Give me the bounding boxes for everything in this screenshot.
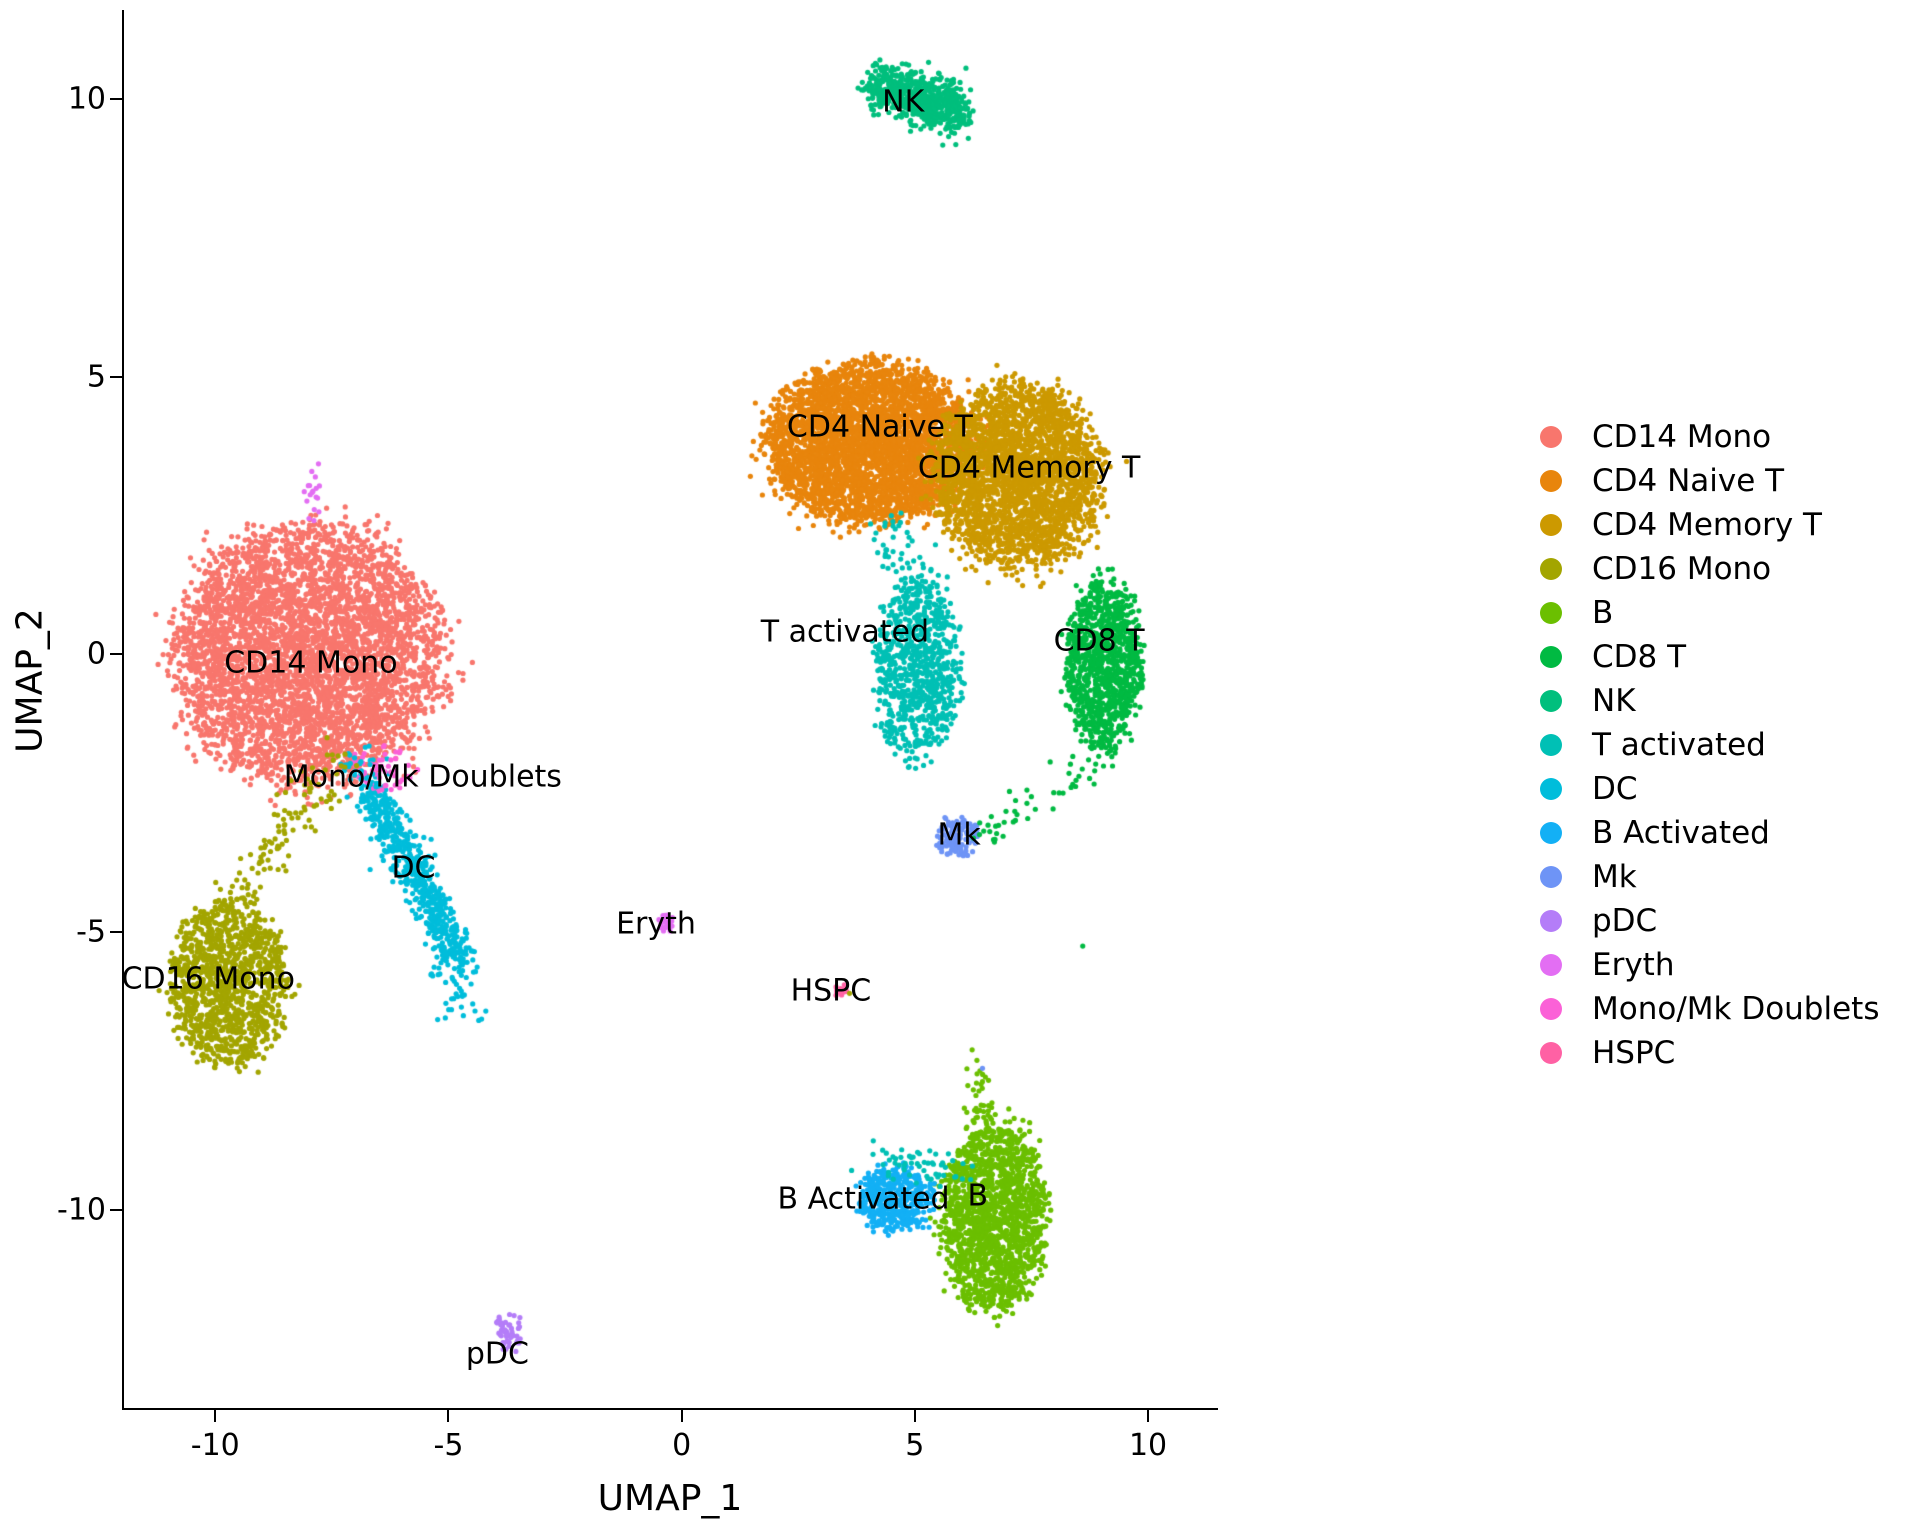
legend-item[interactable]: DC bbox=[1540, 767, 1910, 811]
legend-item[interactable]: T activated bbox=[1540, 723, 1910, 767]
legend-item-label: HSPC bbox=[1592, 1034, 1676, 1071]
legend-color-swatch-icon bbox=[1540, 822, 1562, 844]
legend-item[interactable]: CD4 Memory T bbox=[1540, 503, 1910, 547]
umap-figure: 10 5 0 -5 -10 -10 -5 0 5 10 CD14 Mono CD4 Naive T… bbox=[0, 0, 1920, 1536]
legend-item[interactable]: B Activated bbox=[1540, 811, 1910, 855]
y-tick-label: -10 bbox=[57, 1192, 106, 1228]
y-tick-label: 5 bbox=[86, 359, 106, 395]
x-tick-label: 0 bbox=[672, 1428, 692, 1463]
y-tick-label: -5 bbox=[76, 914, 106, 950]
legend-item-label: pDC bbox=[1592, 902, 1658, 939]
legend-color-swatch-icon bbox=[1540, 514, 1562, 536]
y-tick-mark bbox=[110, 931, 122, 934]
x-tick-mark bbox=[447, 1410, 450, 1422]
legend-item-label: Mk bbox=[1592, 858, 1637, 895]
legend-color-swatch-icon bbox=[1540, 734, 1562, 756]
legend-color-swatch-icon bbox=[1540, 602, 1562, 624]
legend-color-swatch-icon bbox=[1540, 910, 1562, 932]
legend-item-label: DC bbox=[1592, 770, 1638, 807]
x-tick-label: -10 bbox=[190, 1428, 240, 1463]
legend-item[interactable]: CD4 Naive T bbox=[1540, 459, 1910, 503]
legend-item-label: CD16 Mono bbox=[1592, 550, 1772, 587]
legend-color-swatch-icon bbox=[1540, 558, 1562, 580]
legend-color-swatch-icon bbox=[1540, 690, 1562, 712]
legend-item-label: CD4 Memory T bbox=[1592, 506, 1822, 543]
legend-color-swatch-icon bbox=[1540, 426, 1562, 448]
x-tick-label: 5 bbox=[905, 1428, 925, 1463]
legend-item-label: T activated bbox=[1592, 726, 1766, 763]
legend-item-label: CD8 T bbox=[1592, 638, 1687, 675]
legend-color-swatch-icon bbox=[1540, 998, 1562, 1020]
x-tick-mark bbox=[214, 1410, 217, 1422]
legend-color-swatch-icon bbox=[1540, 778, 1562, 800]
y-axis-label: UMAP_2 bbox=[9, 608, 51, 753]
x-tick-mark bbox=[680, 1410, 683, 1422]
legend-item[interactable]: CD14 Mono bbox=[1540, 415, 1910, 459]
legend-item[interactable]: Eryth bbox=[1540, 943, 1910, 987]
legend-item[interactable]: B bbox=[1540, 591, 1910, 635]
legend-item[interactable]: Mono/Mk Doublets bbox=[1540, 987, 1910, 1031]
legend-item-label: CD14 Mono bbox=[1592, 418, 1772, 455]
legend-item-label: Eryth bbox=[1592, 946, 1675, 983]
legend-color-swatch-icon bbox=[1540, 866, 1562, 888]
legend-item[interactable]: NK bbox=[1540, 679, 1910, 723]
x-axis-label: UMAP_1 bbox=[597, 1478, 743, 1519]
y-tick-label: 10 bbox=[67, 81, 106, 117]
legend-item[interactable]: HSPC bbox=[1540, 1031, 1910, 1075]
legend-item-label: B Activated bbox=[1592, 814, 1770, 851]
legend-item[interactable]: Mk bbox=[1540, 855, 1910, 899]
x-tick-mark bbox=[1147, 1410, 1150, 1422]
legend-color-swatch-icon bbox=[1540, 646, 1562, 668]
y-tick-mark bbox=[110, 653, 122, 656]
legend-item-label: CD4 Naive T bbox=[1592, 462, 1785, 499]
y-tick-label: 0 bbox=[86, 636, 106, 672]
legend-item-label: Mono/Mk Doublets bbox=[1592, 990, 1880, 1027]
x-tick-label: -5 bbox=[433, 1428, 464, 1463]
legend-item-label: B bbox=[1592, 594, 1614, 631]
scatter-plot-canvas bbox=[122, 10, 1218, 1410]
legend-item[interactable]: CD16 Mono bbox=[1540, 547, 1910, 591]
y-tick-mark bbox=[110, 1209, 122, 1211]
legend-item[interactable]: pDC bbox=[1540, 899, 1910, 943]
legend-color-swatch-icon bbox=[1540, 954, 1562, 976]
y-tick-mark bbox=[110, 375, 122, 378]
y-tick-mark bbox=[110, 97, 122, 100]
legend-color-swatch-icon bbox=[1540, 1042, 1562, 1064]
legend-item[interactable]: CD8 T bbox=[1540, 635, 1910, 679]
legend-color-swatch-icon bbox=[1540, 470, 1562, 492]
legend: CD14 Mono CD4 Naive T CD4 Memory T CD16 Mon… bbox=[1540, 415, 1910, 1075]
x-tick-label: 10 bbox=[1128, 1428, 1168, 1463]
x-tick-mark bbox=[913, 1410, 916, 1422]
legend-item-label: NK bbox=[1592, 682, 1636, 719]
